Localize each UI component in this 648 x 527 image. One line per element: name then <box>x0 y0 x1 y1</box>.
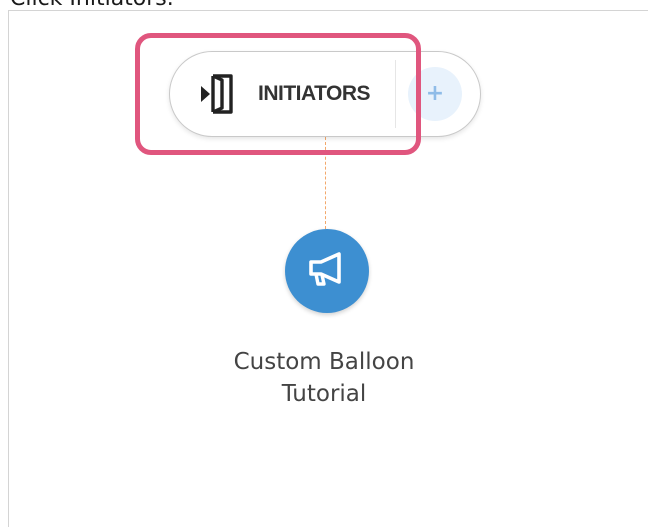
workflow-canvas: INITIATORS + Custom Balloon Tutorial <box>8 10 648 527</box>
custom-balloon-tutorial-node[interactable] <box>285 229 369 313</box>
enter-door-icon <box>198 72 236 116</box>
add-initiator-button[interactable]: + <box>408 67 462 121</box>
pill-divider <box>395 60 396 128</box>
initiators-bar[interactable]: INITIATORS + <box>169 51 481 137</box>
workflow-page: Click Initiators. INITIATORS + <box>0 0 648 527</box>
connector-line <box>325 137 326 229</box>
megaphone-icon <box>305 249 349 293</box>
node-label: Custom Balloon Tutorial <box>233 349 415 407</box>
initiators-label: INITIATORS <box>258 82 371 105</box>
